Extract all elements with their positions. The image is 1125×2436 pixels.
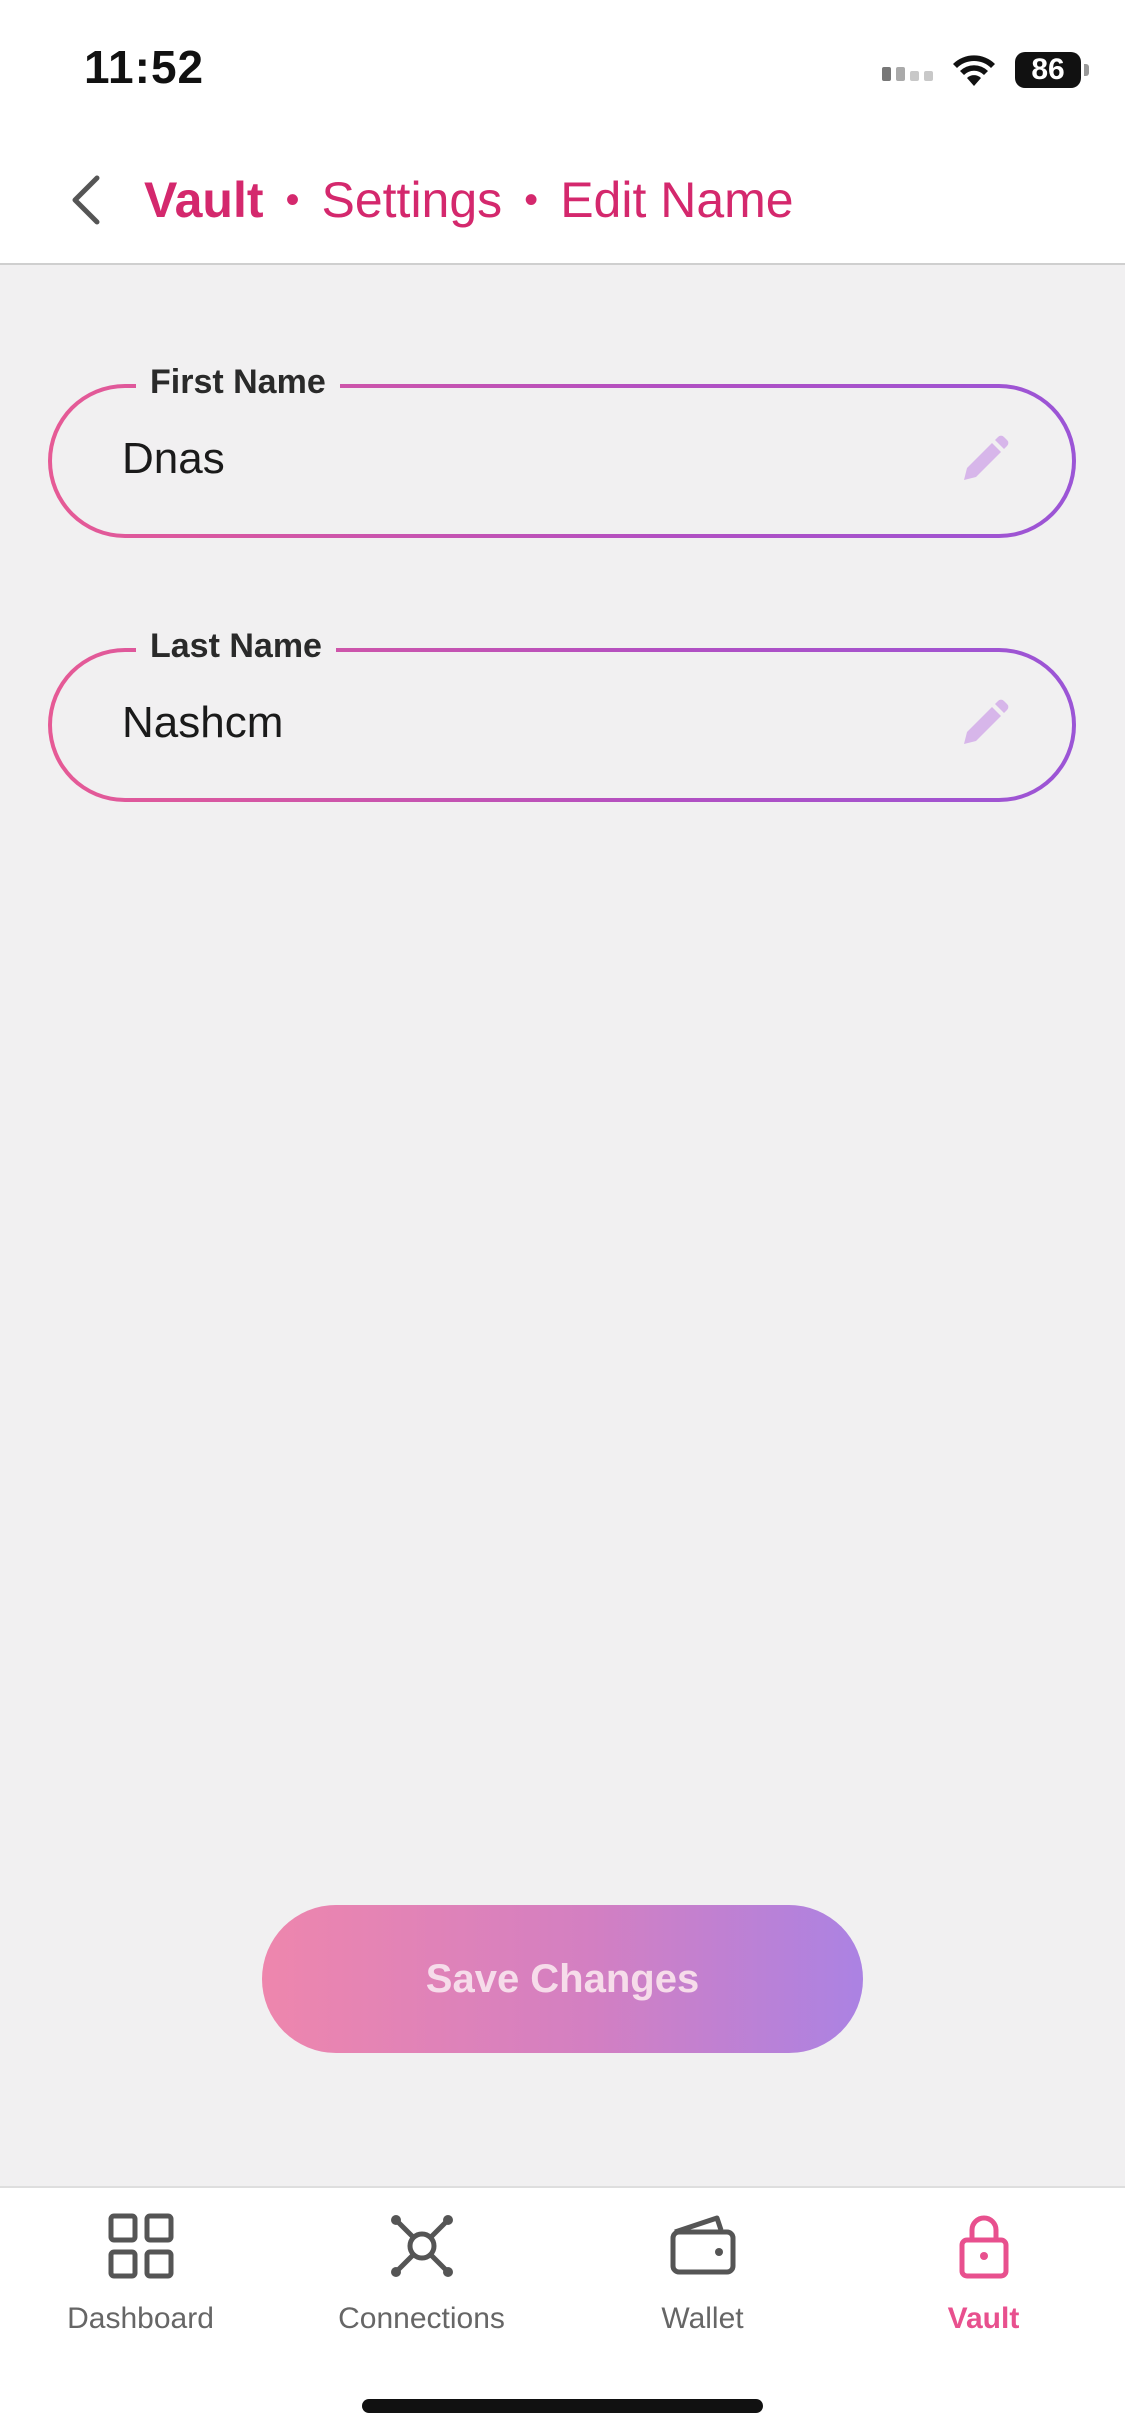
tab-vault[interactable]: Vault xyxy=(843,2208,1124,2358)
home-indicator xyxy=(362,2399,763,2413)
last-name-field-inner: Last Name xyxy=(52,622,1072,798)
tab-label-dashboard: Dashboard xyxy=(67,2302,214,2335)
wifi-icon xyxy=(953,55,995,86)
pencil-icon[interactable] xyxy=(956,434,1010,488)
breadcrumb: Vault • Settings • Edit Name xyxy=(144,165,794,235)
breadcrumb-edit-name: Edit Name xyxy=(560,172,794,228)
status-time: 11:52 xyxy=(84,41,205,93)
tab-label-connections: Connections xyxy=(338,2302,505,2335)
back-button[interactable] xyxy=(52,165,122,235)
wallet-icon xyxy=(670,2215,735,2275)
first-name-field-inner: First Name xyxy=(52,358,1072,534)
status-icons: 86 xyxy=(882,48,1089,92)
tab-connections[interactable]: Connections xyxy=(281,2208,562,2358)
battery-level: 86 xyxy=(1031,53,1065,86)
breadcrumb-separator: • xyxy=(285,177,300,222)
pencil-icon[interactable] xyxy=(956,698,1010,752)
tab-dashboard[interactable]: Dashboard xyxy=(0,2208,281,2358)
signal-icon xyxy=(882,59,933,81)
save-changes-button[interactable]: Save Changes xyxy=(262,1905,863,2053)
first-name-field: First Name xyxy=(48,358,1076,538)
tab-label-wallet: Wallet xyxy=(661,2302,744,2335)
breadcrumb-vault[interactable]: Vault xyxy=(144,171,263,229)
breadcrumb-settings[interactable]: Settings xyxy=(322,171,503,229)
status-bar: 11:52 86 xyxy=(0,0,1125,135)
last-name-field: Last Name xyxy=(48,622,1076,802)
breadcrumb-separator: • xyxy=(524,177,539,222)
last-name-label: Last Name xyxy=(136,622,336,670)
tab-wallet[interactable]: Wallet xyxy=(562,2208,843,2358)
first-name-input[interactable] xyxy=(122,434,882,484)
nav-header: Vault • Settings • Edit Name xyxy=(0,135,1125,265)
battery-icon: 86 xyxy=(1015,52,1089,88)
tab-label-vault: Vault xyxy=(947,2302,1020,2335)
chevron-left-icon xyxy=(72,175,100,225)
last-name-input[interactable] xyxy=(122,698,882,748)
grid-icon xyxy=(108,2213,173,2279)
lock-icon xyxy=(959,2215,1008,2279)
connections-icon xyxy=(390,2215,453,2277)
tab-bar: Dashboard Connections Wallet Vault xyxy=(0,2186,1125,2436)
first-name-label: First Name xyxy=(136,358,340,406)
